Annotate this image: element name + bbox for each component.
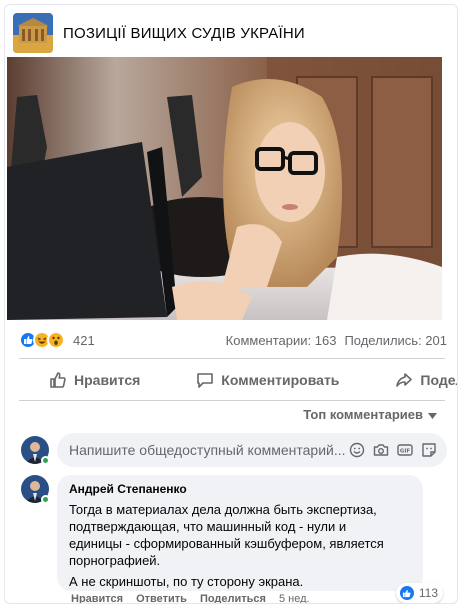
svg-text:GIF: GIF: [400, 449, 411, 455]
wow-reaction-icon: [47, 331, 65, 349]
comment-timestamp[interactable]: 5 нед.: [279, 593, 310, 603]
post-header: ПОЗИЦІЇ ВИЩИХ СУДІВ УКРАЇНИ: [13, 13, 305, 53]
sticker-icon[interactable]: [421, 442, 437, 458]
post-actions: Нравится Комментировать Поделиться: [19, 362, 457, 398]
comment-sort-label: Топ комментариев: [303, 407, 423, 422]
online-status-icon: [41, 495, 50, 504]
gif-icon[interactable]: GIF: [397, 442, 413, 458]
comment-line: порнографией.: [69, 553, 161, 568]
comment-reaction-count: 113: [418, 586, 438, 600]
thumbs-up-icon: [50, 372, 66, 388]
post-stats: 421 Комментарии: 163 Поделились: 201: [19, 329, 447, 351]
like-reaction-icon: [398, 585, 415, 601]
like-button[interactable]: Нравится: [19, 371, 166, 389]
comments-count-link[interactable]: Комментарии: 163: [226, 333, 337, 348]
divider: [19, 358, 445, 359]
share-button[interactable]: Поделиться: [365, 371, 457, 389]
comment-composer: Напишите общедоступный комментарий... GI…: [21, 433, 447, 467]
reaction-summary[interactable]: 421: [19, 331, 95, 349]
divider: [19, 400, 445, 401]
comment-text: Тогда в материалах дела должна быть эксп…: [69, 501, 411, 590]
comment-line: единицы - сформированный кэшбуфером, явл…: [69, 536, 384, 551]
comment-share-link[interactable]: Поделиться: [200, 593, 266, 603]
comment-input[interactable]: Напишите общедоступный комментарий... GI…: [57, 433, 447, 467]
comment-input-placeholder: Напишите общедоступный комментарий...: [69, 442, 346, 458]
comment-button[interactable]: Комментировать: [166, 371, 365, 389]
reaction-count: 421: [73, 332, 95, 348]
post-photo[interactable]: [7, 57, 442, 320]
comment-button-label: Комментировать: [221, 372, 340, 388]
emoji-icon[interactable]: [349, 442, 365, 458]
chevron-down-icon: [428, 407, 437, 422]
like-button-label: Нравится: [74, 372, 141, 388]
comment-sort-dropdown[interactable]: Топ комментариев: [303, 407, 437, 422]
comment-icon: [197, 373, 214, 388]
post-card: ПОЗИЦІЇ ВИЩИХ СУДІВ УКРАЇНИ 421 Коммента…: [4, 4, 458, 604]
comment-reaction-summary[interactable]: 113: [395, 583, 443, 603]
share-button-label: Поделиться: [420, 372, 457, 388]
page-title[interactable]: ПОЗИЦІЇ ВИЩИХ СУДІВ УКРАЇНИ: [63, 25, 305, 42]
camera-icon[interactable]: [373, 442, 389, 458]
comment-line: подтверждающая, что машинный код - нули …: [69, 519, 347, 534]
comment-like-link[interactable]: Нравится: [71, 593, 123, 603]
shares-count-link[interactable]: Поделились: 201: [344, 333, 447, 348]
online-status-icon: [41, 456, 50, 465]
comment-actions: Нравится Ответить Поделиться 5 нед.: [71, 593, 310, 603]
comment-bubble: Андрей Степаненко Тогда в материалах дел…: [57, 475, 443, 603]
comment-line: А не скриншоты, по ту сторону экрана.: [69, 574, 304, 589]
share-icon: [396, 373, 413, 387]
comment-line: Тогда в материалах дела должна быть эксп…: [69, 502, 377, 517]
comment-reply-link[interactable]: Ответить: [136, 593, 187, 603]
comment-author[interactable]: Андрей Степаненко: [69, 482, 411, 496]
page-logo-icon[interactable]: [13, 13, 53, 53]
